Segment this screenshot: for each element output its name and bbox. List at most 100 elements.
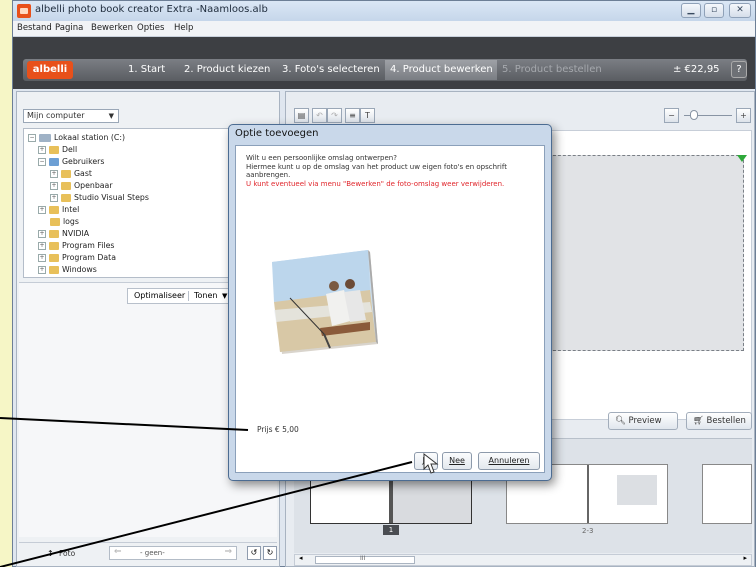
source-dropdown[interactable]: Mijn computer ▼ (23, 109, 119, 123)
tree-item-label: logs (63, 217, 79, 226)
app-logo-icon (17, 4, 31, 18)
collapse-icon[interactable]: − (28, 134, 36, 142)
tree-item-label: Program Files (62, 241, 115, 250)
step-product-bestellen[interactable]: 5. Product bestellen (502, 64, 602, 75)
menu-help[interactable]: Help (174, 23, 193, 33)
zoom-control[interactable]: − + (664, 108, 752, 123)
tree-item[interactable]: + Gast (50, 169, 92, 179)
zoom-slider-thumb[interactable] (690, 110, 698, 120)
cancel-button[interactable]: Annuleren (478, 452, 540, 470)
tree-item[interactable]: + Openbaar (50, 181, 113, 191)
tree-item-label: Gebruikers (62, 157, 105, 166)
optimize-button[interactable]: Optimaliseer (134, 289, 185, 303)
dialog-price: Prijs € 5,00 (257, 425, 299, 434)
tree-item-label: Dell (62, 145, 78, 154)
zoom-in-icon[interactable]: + (736, 108, 751, 123)
photo-label: Foto (59, 549, 76, 558)
step-product-kiezen[interactable]: 2. Product kiezen (184, 64, 270, 75)
step-fotos-selecteren[interactable]: 3. Foto's selecteren (282, 64, 380, 75)
scroll-left-icon[interactable]: ◂ (299, 554, 303, 562)
minimize-button[interactable]: ▁ (681, 3, 701, 18)
folder-icon (49, 146, 59, 154)
step-start[interactable]: 1. Start (128, 64, 165, 75)
no-button[interactable]: Nee (442, 452, 472, 470)
tree-item[interactable]: + Intel (38, 205, 79, 215)
expand-icon[interactable]: + (50, 170, 58, 178)
tree-item[interactable]: + Program Files (38, 241, 114, 251)
page-handle-icon[interactable] (737, 155, 747, 162)
arrow-left-icon[interactable]: ⇐ (114, 547, 122, 557)
order-label: Bestellen (706, 416, 746, 426)
tree-item-label: Openbaar (74, 181, 113, 190)
chevron-down-icon[interactable]: ▼ (222, 289, 227, 303)
thumb-label-2-3: 2-3 (582, 527, 594, 535)
tree-item[interactable]: − Gebruikers (38, 157, 104, 167)
preview-label: Preview (628, 416, 662, 426)
folder-icon (61, 182, 71, 190)
preview-button[interactable]: 🔍︎ Preview (608, 412, 678, 430)
title-bar: albelli photo book creator Extra -Naamlo… (13, 1, 755, 21)
menu-pagina[interactable]: Pagina (55, 23, 83, 33)
maximize-button[interactable]: ▫ (704, 3, 724, 18)
tree-item[interactable]: + Windows (38, 265, 97, 275)
chevron-down-icon: ▼ (108, 112, 114, 120)
dialog-question: Wilt u een persoonlijke omslag ontwerpen… (246, 154, 397, 162)
albelli-logo: albelli (27, 61, 73, 79)
expand-icon[interactable]: + (38, 254, 46, 262)
collapse-icon[interactable]: − (38, 158, 46, 166)
rotate-right-icon[interactable]: ↻ (263, 546, 277, 560)
expand-icon[interactable]: + (38, 242, 46, 250)
tree-item[interactable]: + Dell (38, 145, 77, 155)
tree-item-label: Windows (62, 265, 97, 274)
scroll-right-icon[interactable]: ▸ (743, 554, 747, 562)
dialog-explanation: Hiermee kunt u op de omslag van het prod… (246, 162, 507, 180)
expand-icon[interactable]: + (50, 182, 58, 190)
undo-icon[interactable]: ↶ (312, 108, 327, 123)
tree-item[interactable]: + NVIDIA (38, 229, 89, 239)
close-button[interactable]: ✕ (729, 3, 751, 18)
screenshot-stage: albelli photo book creator Extra -Naamlo… (0, 0, 756, 567)
menu-bewerken[interactable]: Bewerken (91, 23, 133, 33)
spine (587, 465, 589, 523)
zoom-out-icon[interactable]: − (664, 108, 679, 123)
rotate-left-icon[interactable]: ↺ (247, 546, 261, 560)
scroll-thumb[interactable]: III (315, 555, 415, 564)
expand-icon[interactable]: + (38, 206, 46, 214)
expand-icon[interactable]: + (38, 266, 46, 274)
cart-icon: 🛒︎ (693, 416, 704, 426)
scroll-grip: III (360, 555, 366, 562)
drive-icon (39, 134, 51, 142)
menu-bestand[interactable]: Bestand (17, 23, 52, 33)
redo-icon[interactable]: ↷ (327, 108, 342, 123)
horizontal-scrollbar[interactable]: ◂ III ▸ (294, 554, 752, 566)
tree-item[interactable]: − Lokaal station (C:) (28, 133, 125, 143)
page-placeholder[interactable] (548, 155, 744, 351)
mouse-pointer-icon (423, 453, 439, 474)
expand-icon[interactable]: + (38, 146, 46, 154)
tree-item[interactable]: + Program Data (38, 253, 116, 263)
text-icon[interactable]: T (360, 108, 375, 123)
folder-icon (49, 230, 59, 238)
arrow-right-icon[interactable]: ⇒ (224, 547, 232, 557)
order-button[interactable]: 🛒︎ Bestellen (686, 412, 752, 430)
tree-item[interactable]: + Studio Visual Steps (50, 193, 149, 203)
dialog-message: Wilt u een persoonlijke omslag ontwerpen… (246, 154, 538, 188)
folder-icon (50, 218, 60, 226)
layout-icon[interactable]: ≡ (345, 108, 360, 123)
thumbnail-next[interactable] (702, 464, 752, 524)
save-icon[interactable]: ▤ (294, 108, 309, 123)
sort-icon[interactable]: ↕ (47, 549, 54, 558)
show-button[interactable]: Tonen (194, 289, 217, 303)
photo-nav-field[interactable]: ⇐ - geen- ⇒ (109, 546, 237, 560)
expand-icon[interactable]: + (38, 230, 46, 238)
step-product-bewerken[interactable]: 4. Product bewerken (390, 64, 493, 75)
menu-opties[interactable]: Opties (137, 23, 164, 33)
tree-item[interactable]: logs (50, 217, 79, 227)
window-title: albelli photo book creator Extra -Naamlo… (35, 4, 268, 15)
expand-icon[interactable]: + (50, 194, 58, 202)
price-total: ± €22,95 (673, 64, 720, 75)
photo-nav-value: - geen- (140, 549, 165, 557)
tree-item-label: Intel (62, 205, 80, 214)
divider (188, 291, 189, 301)
help-button[interactable]: ? (731, 61, 747, 78)
